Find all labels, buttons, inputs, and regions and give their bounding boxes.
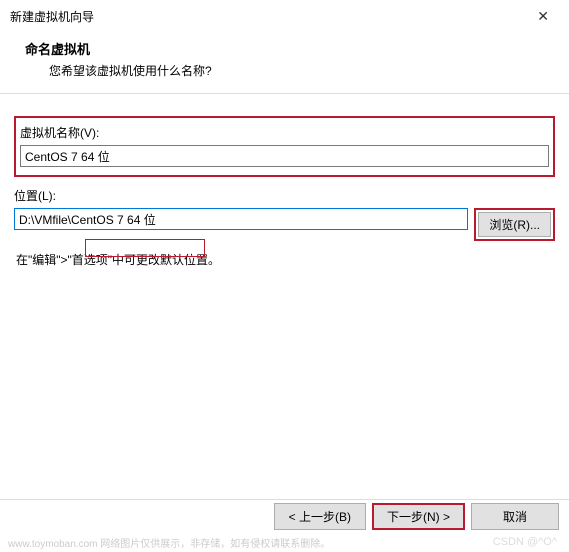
watermark-left: www.toymoban.com 网络图片仅供展示，非存储，如有侵权请联系删除。 bbox=[8, 535, 569, 550]
close-icon[interactable]: ✕ bbox=[529, 6, 557, 27]
vm-name-group: 虚拟机名称(V): bbox=[14, 116, 555, 177]
browse-button[interactable]: 浏览(R)... bbox=[478, 212, 551, 237]
page-title: 命名虚拟机 bbox=[25, 39, 544, 58]
vm-name-label: 虚拟机名称(V): bbox=[20, 124, 549, 141]
cancel-button[interactable]: 取消 bbox=[471, 503, 559, 530]
location-label: 位置(L): bbox=[14, 187, 555, 204]
back-button[interactable]: < 上一步(B) bbox=[274, 503, 366, 530]
page-subtitle: 您希望该虚拟机使用什么名称? bbox=[25, 62, 544, 79]
next-button[interactable]: 下一步(N) > bbox=[372, 503, 465, 530]
browse-highlight: 浏览(R)... bbox=[474, 208, 555, 241]
footer-separator bbox=[0, 499, 569, 500]
watermark-right: CSDN @^O^ bbox=[493, 536, 557, 548]
wizard-header: 命名虚拟机 您希望该虚拟机使用什么名称? bbox=[0, 31, 569, 94]
location-hint: 在"编辑">"首选项"中可更改默认位置。 bbox=[14, 241, 555, 278]
window-title: 新建虚拟机向导 bbox=[10, 8, 94, 25]
location-input[interactable] bbox=[14, 208, 468, 230]
vm-name-input[interactable] bbox=[20, 145, 549, 167]
